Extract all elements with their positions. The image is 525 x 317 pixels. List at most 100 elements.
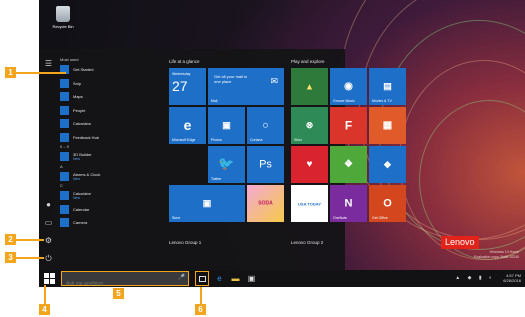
file-explorer-icon[interactable]: ▭: [43, 217, 54, 228]
settings-gear-icon[interactable]: ⚙: [43, 235, 54, 246]
twitter-bird-icon: 🐦: [218, 155, 235, 171]
app-calculator-2[interactable]: Calculator New: [60, 189, 120, 203]
recycle-bin[interactable]: Recycle Bin: [43, 6, 83, 29]
callout-2-leader: [16, 239, 44, 241]
film-icon: ▤: [383, 80, 392, 91]
recycle-bin-icon: [56, 6, 70, 22]
app-icon: [60, 204, 69, 214]
callout-2: 2: [5, 234, 16, 245]
callout-4: 4: [39, 304, 50, 315]
iheart-icon: ♥: [306, 158, 313, 170]
cortana-tile[interactable]: ○ Cortana: [247, 107, 284, 144]
candy-crush-logo: SODA: [258, 200, 273, 207]
app-3d-builder[interactable]: 3D Builder New: [60, 150, 120, 164]
photos-tile[interactable]: ▣ Photos: [208, 107, 245, 144]
app-alarms-clock[interactable]: Alarms & Clock New: [60, 170, 120, 184]
store-tile[interactable]: ▣ Store: [169, 185, 245, 222]
mail-tile[interactable]: Get all your mail in one place ✉ Mail: [208, 68, 284, 105]
game-tile-1[interactable]: ▲: [291, 68, 328, 105]
app-icon: [60, 132, 69, 142]
onenote-icon: N: [344, 196, 353, 209]
calendar-tile[interactable]: Wednesday 27: [169, 68, 206, 105]
onenote-tile[interactable]: N OneNote: [330, 185, 367, 222]
tile-blue[interactable]: ◆: [369, 146, 406, 183]
store-taskbar-icon[interactable]: ▣: [246, 273, 257, 284]
search-input[interactable]: [62, 278, 172, 287]
app-people[interactable]: People: [60, 104, 120, 118]
usa-today-logo: USA TODAY: [298, 200, 321, 206]
app-tile-icon: ◆: [384, 158, 391, 169]
callout-1: 1: [5, 67, 16, 78]
hamburger-icon[interactable]: ☰: [43, 58, 54, 69]
app-icon: [60, 218, 69, 228]
app-icon: [60, 171, 69, 181]
desktop-watermark: Windows 10 Home Evaluation copy. Build 1…: [474, 250, 519, 259]
candy-crush-tile[interactable]: SODA: [247, 185, 284, 222]
app-get-started[interactable]: Get Started: [60, 63, 120, 77]
app-calculator[interactable]: Calculator: [60, 117, 120, 131]
windows-start-icon[interactable]: [44, 273, 55, 284]
app-icon: [60, 152, 69, 162]
app-icon: [60, 92, 69, 102]
recycle-bin-label: Recycle Bin: [52, 24, 74, 29]
photos-icon: ▣: [222, 119, 231, 130]
callout-4-leader: [44, 285, 46, 304]
app-icon: [60, 119, 69, 129]
xbox-tile[interactable]: ⊗ Xbox: [291, 107, 328, 144]
start-rail: ☰ ● ▭ ⚙ ⏻: [39, 49, 58, 270]
task-view-button[interactable]: [195, 271, 209, 286]
photoshop-tile[interactable]: Ps: [247, 146, 284, 183]
news-tile[interactable]: ▦: [369, 107, 406, 144]
office-icon: O: [383, 196, 392, 209]
movies-tile[interactable]: ▤ Movies & TV: [369, 68, 406, 105]
lenovo-logo: Lenovo: [441, 236, 479, 249]
game-icon: ▲: [305, 81, 314, 91]
callout-5: 5: [113, 288, 124, 299]
power-icon[interactable]: ⏻: [43, 253, 54, 264]
groove-disc-icon: ◉: [344, 80, 353, 92]
callout-3-leader: [16, 257, 44, 259]
flipboard-tile[interactable]: F: [330, 107, 367, 144]
app-snip[interactable]: Snip: [60, 77, 120, 91]
tile-group-life: Life at a glance: [169, 59, 200, 64]
callout-6-leader: [200, 287, 202, 304]
cortana-icon: ○: [262, 118, 269, 131]
app-list: Most used Get Started Snip Maps People C…: [60, 57, 120, 230]
app-icon: [60, 78, 69, 88]
iheart-tile[interactable]: ♥: [291, 146, 328, 183]
tile-group-play: Play and explore: [291, 59, 325, 64]
taskbar-clock[interactable]: 4:57 PM 6/26/2016: [503, 273, 521, 283]
callout-3: 3: [5, 252, 16, 263]
app-feedback-hub[interactable]: Feedback Hub: [60, 131, 120, 145]
office-tile[interactable]: O Get Office: [369, 185, 406, 222]
mail-icon: ✉: [270, 76, 278, 86]
app-icon: [60, 105, 69, 115]
edge-taskbar-icon[interactable]: e: [214, 273, 225, 284]
app-calendar[interactable]: Calendar: [60, 203, 120, 217]
flipboard-icon: F: [344, 117, 353, 132]
app-camera[interactable]: Camera: [60, 216, 120, 230]
task-view-icon: [198, 275, 206, 282]
system-tray[interactable]: ▲ ◆ ▮ ◐: [455, 275, 495, 281]
cortana-search-box[interactable]: 🎤: [61, 271, 189, 287]
store-bag-icon: ▣: [202, 197, 212, 208]
usa-today-tile[interactable]: USA TODAY: [291, 185, 328, 222]
tile-group-lenovo-1: Lenovo Group 1: [169, 240, 202, 245]
news-icon: ▦: [382, 119, 393, 131]
photoshop-icon: Ps: [259, 157, 272, 170]
groove-tile[interactable]: ◉ Groove Music: [330, 68, 367, 105]
owl-icon: ❖: [344, 158, 353, 170]
callout-1-leader: [16, 72, 66, 74]
app-icon: [60, 191, 69, 201]
edge-tile[interactable]: e Microsoft Edge: [169, 107, 206, 144]
twitter-tile[interactable]: 🐦 Twitter: [208, 146, 245, 183]
file-explorer-taskbar-icon[interactable]: ▬: [230, 273, 241, 284]
desktop: Recycle Bin ☰ ● ▭ ⚙ ⏻ Most used Get Star…: [39, 0, 525, 287]
app-maps[interactable]: Maps: [60, 90, 120, 104]
microphone-icon[interactable]: 🎤: [178, 274, 185, 281]
start-menu: ☰ ● ▭ ⚙ ⏻ Most used Get Started Snip Map…: [39, 49, 406, 270]
user-icon[interactable]: ●: [43, 199, 54, 210]
duolingo-tile[interactable]: ❖: [330, 146, 367, 183]
edge-icon: e: [183, 116, 192, 133]
xbox-icon: ⊗: [305, 119, 314, 130]
